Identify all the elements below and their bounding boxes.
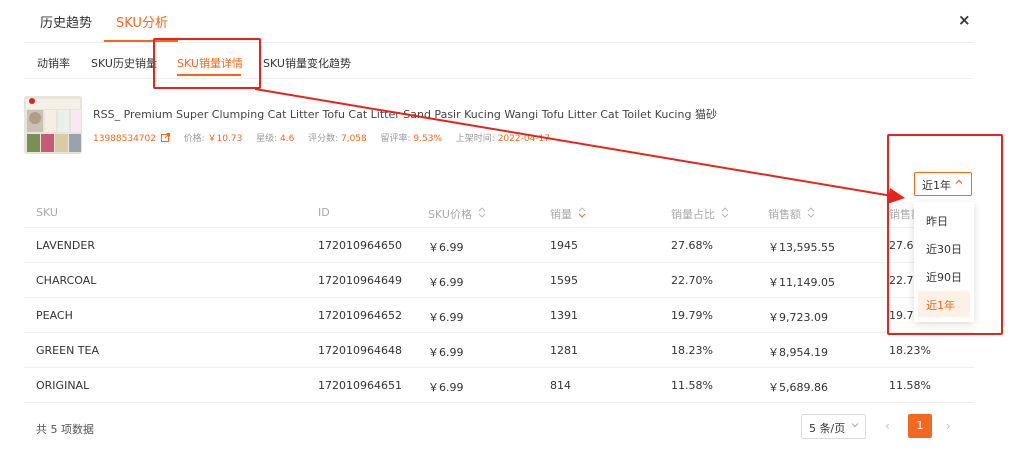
annotation-arrow [254,88,905,204]
